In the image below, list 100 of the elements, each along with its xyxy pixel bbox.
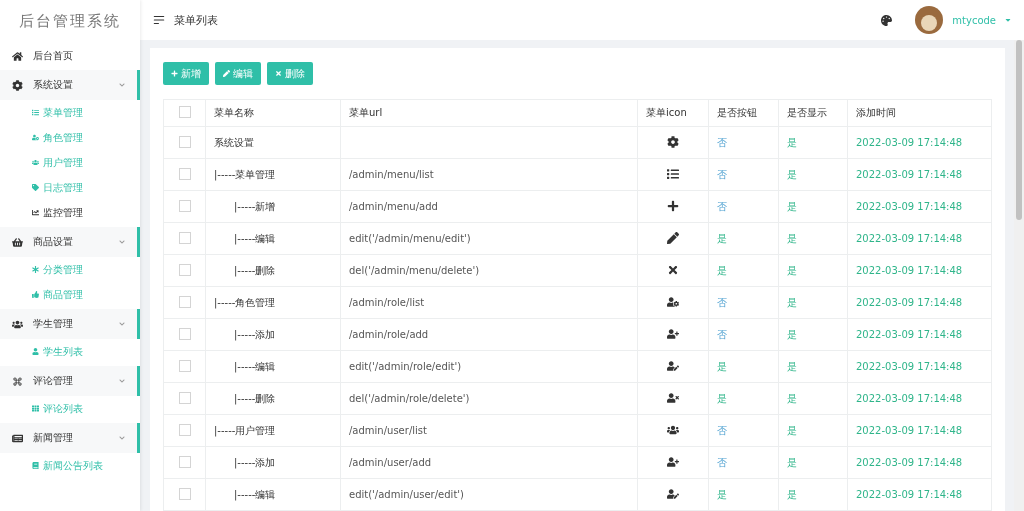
- gear-icon: [667, 135, 679, 148]
- column-header: 菜单名称: [205, 99, 341, 127]
- row-checkbox[interactable]: [178, 167, 191, 180]
- row-checkbox[interactable]: [178, 423, 191, 436]
- sidebar-group[interactable]: 新闻管理: [0, 423, 140, 453]
- added-time: 2022-03-09 17:14:48: [856, 233, 963, 244]
- is-shown-text: 是: [787, 168, 797, 180]
- sidebar-item[interactable]: 分类管理: [0, 257, 140, 282]
- menu-name: 系统设置: [214, 136, 254, 148]
- menu-name: |-----删除: [233, 392, 276, 404]
- is-shown-text: 是: [787, 424, 797, 436]
- close-icon: [275, 70, 282, 77]
- menu-url: /admin/role/add: [349, 329, 429, 340]
- list-icon: [32, 109, 39, 116]
- added-time: 2022-03-09 17:14:48: [856, 361, 963, 372]
- close-icon: [667, 263, 679, 276]
- menu-url: /admin/menu/list: [349, 169, 434, 180]
- row-checkbox[interactable]: [178, 199, 191, 212]
- menu-url: /admin/user/add: [349, 457, 432, 468]
- sidebar-item[interactable]: 日志管理: [0, 175, 140, 200]
- sidebar-item[interactable]: 评论列表: [0, 396, 140, 421]
- added-time: 2022-03-09 17:14:48: [856, 169, 963, 180]
- user-remove-icon: [667, 391, 679, 404]
- column-header: 添加时间: [847, 99, 992, 127]
- basket-icon: [12, 236, 23, 248]
- caret-icon[interactable]: [1004, 16, 1012, 24]
- user-gear-icon: [32, 134, 39, 141]
- is-button-text: 否: [717, 424, 727, 436]
- column-header: 是否显示: [778, 99, 848, 127]
- menu-icon[interactable]: [152, 13, 166, 27]
- is-button-text: 是: [717, 488, 727, 500]
- user-edit-icon: [667, 487, 679, 500]
- menu-url: /admin/user/list: [349, 425, 427, 436]
- row-checkbox[interactable]: [178, 231, 191, 244]
- sidebar-item[interactable]: 商品管理: [0, 282, 140, 307]
- row-checkbox[interactable]: [178, 391, 191, 404]
- row-checkbox[interactable]: [178, 327, 191, 340]
- is-shown-text: 是: [787, 392, 797, 404]
- toolbar-button[interactable]: 编辑: [215, 62, 261, 85]
- command-icon: [12, 375, 23, 387]
- avatar[interactable]: [914, 5, 945, 35]
- menu-name: |-----用户管理: [214, 424, 276, 436]
- menu-name: |-----编辑: [233, 232, 276, 244]
- menu-name: |-----新增: [233, 200, 276, 212]
- is-shown-text: 是: [787, 136, 797, 148]
- sidebar-group[interactable]: 学生管理: [0, 309, 140, 339]
- is-button-text: 是: [717, 360, 727, 372]
- user-gear-icon: [667, 295, 679, 308]
- is-button-text: 是: [717, 232, 727, 244]
- is-button-text: 否: [717, 328, 727, 340]
- sidebar-item[interactable]: 角色管理: [0, 125, 140, 150]
- scrollbar[interactable]: [1014, 40, 1024, 511]
- chevron-down-icon: [119, 378, 125, 384]
- row-checkbox[interactable]: [178, 487, 191, 500]
- sidebar-item[interactable]: 后台首页: [0, 42, 140, 70]
- sidebar-item[interactable]: 新闻公告列表: [0, 453, 140, 478]
- is-shown-text: 是: [787, 488, 797, 500]
- toolbar-button[interactable]: 新增: [163, 62, 209, 85]
- palette-icon[interactable]: [881, 14, 893, 26]
- row-checkbox[interactable]: [178, 455, 191, 468]
- menu-url: edit('/admin/menu/edit'): [349, 233, 471, 244]
- sidebar-item[interactable]: 学生列表: [0, 339, 140, 364]
- added-time: 2022-03-09 17:14:48: [856, 329, 963, 340]
- pencil-icon: [667, 231, 679, 244]
- sidebar-group[interactable]: 系统设置: [0, 70, 140, 100]
- row-checkbox[interactable]: [178, 135, 191, 148]
- row-checkbox[interactable]: [178, 295, 191, 308]
- user-edit-icon: [667, 359, 679, 372]
- newspaper-icon: [12, 432, 23, 444]
- sidebar-group[interactable]: 商品设置: [0, 227, 140, 257]
- is-button-text: 否: [717, 296, 727, 308]
- is-shown-text: 是: [787, 264, 797, 276]
- added-time: 2022-03-09 17:14:48: [856, 425, 963, 436]
- list-icon: [667, 167, 679, 180]
- sidebar-group[interactable]: 评论管理: [0, 366, 140, 396]
- added-time: 2022-03-09 17:14:48: [856, 489, 963, 500]
- menu-name: |-----添加: [233, 456, 276, 468]
- sidebar-item[interactable]: 用户管理: [0, 150, 140, 175]
- is-shown-text: 是: [787, 200, 797, 212]
- plus-icon: [171, 70, 178, 77]
- row-checkbox[interactable]: [178, 359, 191, 372]
- users-icon: [32, 159, 39, 166]
- asterisk-icon: [32, 266, 39, 273]
- plus-icon: [667, 199, 679, 212]
- select-all-checkbox[interactable]: [178, 106, 191, 118]
- user-menu[interactable]: mtycode: [952, 14, 996, 26]
- toolbar-button[interactable]: 删除: [267, 62, 313, 85]
- chevron-down-icon: [119, 321, 125, 327]
- is-button-text: 否: [717, 168, 727, 180]
- is-button-text: 是: [717, 392, 727, 404]
- is-button-text: 否: [717, 456, 727, 468]
- menu-url: del('/admin/role/delete'): [349, 393, 470, 404]
- sidebar-item[interactable]: 监控管理: [0, 200, 140, 225]
- row-checkbox[interactable]: [178, 263, 191, 276]
- menu-name: |-----删除: [233, 264, 276, 276]
- menu-url: /admin/menu/add: [349, 201, 438, 212]
- added-time: 2022-03-09 17:14:48: [856, 201, 963, 212]
- menu-name: |-----编辑: [233, 360, 276, 372]
- user-plus-icon: [667, 327, 679, 340]
- sidebar-item[interactable]: 菜单管理: [0, 100, 140, 125]
